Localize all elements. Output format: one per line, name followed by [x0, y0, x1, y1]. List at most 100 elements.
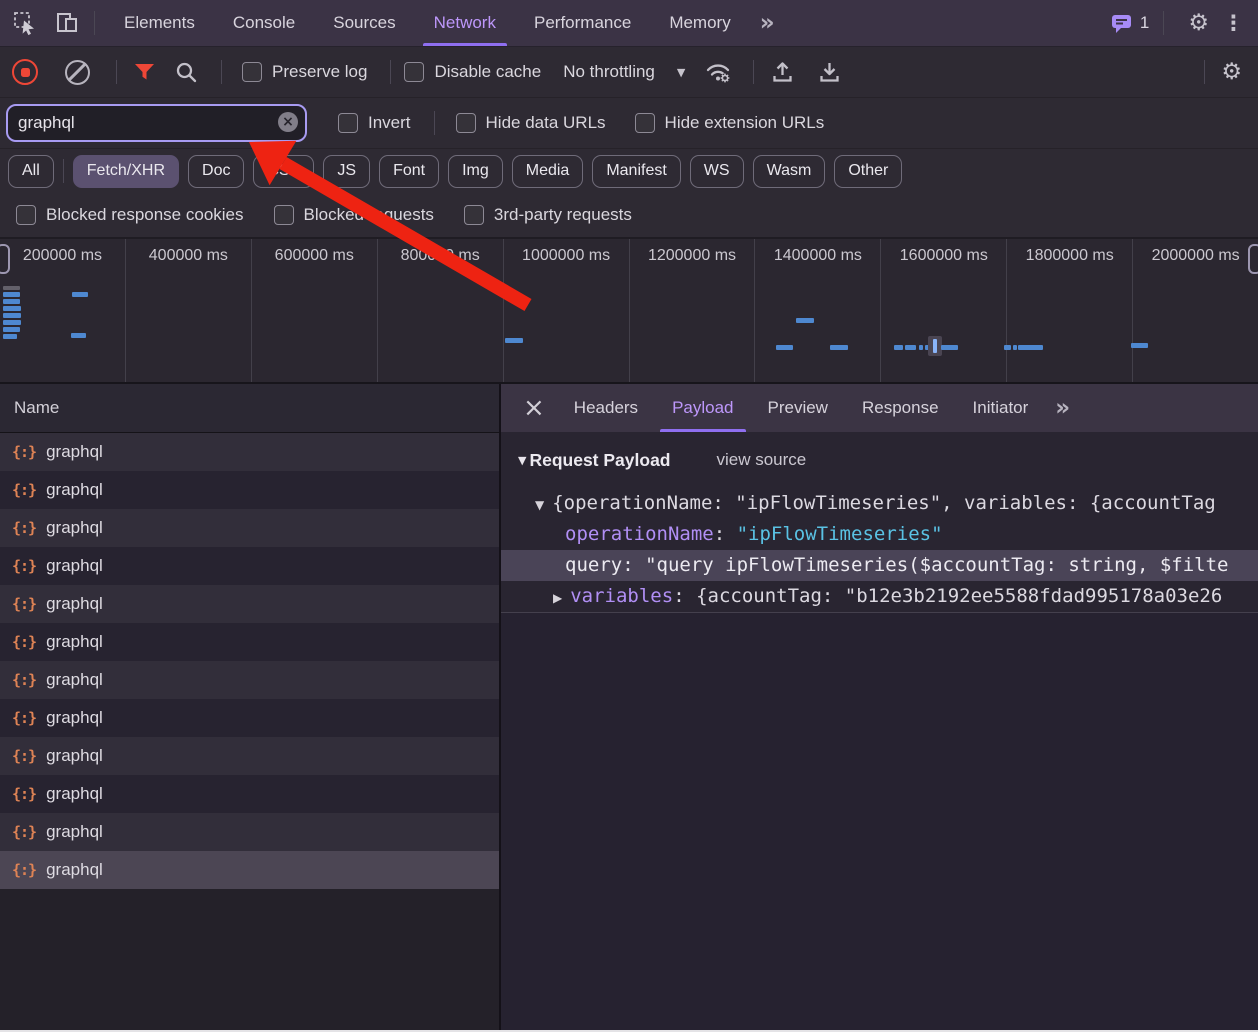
expanded-triangle-icon[interactable]: ▼ — [535, 498, 544, 512]
detail-tab-response[interactable]: Response — [845, 384, 956, 432]
chip-other[interactable]: Other — [834, 155, 902, 188]
request-name: graphql — [46, 556, 103, 576]
tab-performance[interactable]: Performance — [515, 0, 650, 46]
payload-root-row[interactable]: ▼{operationName: "ipFlowTimeseries", var… — [501, 488, 1258, 519]
requests-panel: Name {:}graphql{:}graphql{:}graphql{:}gr… — [0, 384, 499, 1032]
chip-media[interactable]: Media — [512, 155, 584, 188]
request-row[interactable]: {:}graphql — [0, 737, 499, 775]
clear-network-log-icon[interactable] — [65, 60, 90, 85]
divider — [116, 60, 117, 84]
more-filters-row: Blocked response cookies Blocked request… — [0, 193, 1258, 239]
network-settings-gear-icon[interactable]: ⚙ — [1221, 61, 1242, 84]
hide-extension-urls-checkbox[interactable]: Hide extension URLs — [635, 113, 825, 133]
chip-css[interactable]: CSS — [253, 155, 314, 188]
request-detail-panel: × HeadersPayloadPreviewResponseInitiator… — [499, 384, 1258, 1032]
record-network-log-icon[interactable] — [12, 59, 38, 85]
tab-network[interactable]: Network — [415, 0, 515, 46]
chip-font[interactable]: Font — [379, 155, 439, 188]
fetch-xhr-icon: {:} — [12, 671, 36, 689]
disable-cache-checkbox[interactable]: Disable cache — [404, 62, 541, 82]
network-conditions-icon[interactable] — [704, 60, 732, 84]
request-row[interactable]: {:}graphql — [0, 851, 499, 889]
request-name: graphql — [46, 594, 103, 614]
checkbox-box — [464, 205, 484, 225]
request-bar — [505, 338, 523, 343]
filter-funnel-icon[interactable] — [134, 63, 155, 81]
detail-tab-preview[interactable]: Preview — [751, 384, 845, 432]
blocked-requests-checkbox[interactable]: Blocked requests — [274, 205, 434, 225]
more-detail-tabs-icon[interactable]: » — [1045, 395, 1078, 421]
collapsed-triangle-icon[interactable]: ▶ — [553, 591, 562, 605]
tab-elements[interactable]: Elements — [105, 0, 214, 46]
export-har-icon[interactable] — [818, 60, 841, 84]
chip-manifest[interactable]: Manifest — [592, 155, 680, 188]
filter-input[interactable]: graphql × — [6, 104, 307, 142]
checkbox-box — [242, 62, 262, 82]
fetch-xhr-icon: {:} — [12, 709, 36, 727]
request-row[interactable]: {:}graphql — [0, 623, 499, 661]
detail-tabs-group: HeadersPayloadPreviewResponseInitiator — [557, 384, 1045, 432]
fetch-xhr-icon: {:} — [12, 595, 36, 613]
inspect-element-icon[interactable] — [10, 8, 40, 38]
name-column-header[interactable]: Name — [0, 384, 499, 433]
request-bar — [830, 345, 848, 350]
import-har-icon[interactable] — [771, 60, 794, 84]
detail-tab-initiator[interactable]: Initiator — [956, 384, 1046, 432]
timeline-left-handle[interactable] — [0, 244, 10, 274]
timeline-overview[interactable]: 200000 ms400000 ms600000 ms800000 ms1000… — [0, 239, 1258, 384]
chip-doc[interactable]: Doc — [188, 155, 244, 188]
issues-button[interactable]: 1 — [1111, 13, 1149, 34]
request-bar — [3, 313, 21, 318]
chip-js[interactable]: JS — [323, 155, 370, 188]
chip-wasm[interactable]: Wasm — [753, 155, 826, 188]
timeline-tick-label: 1200000 ms — [630, 247, 755, 265]
request-row[interactable]: {:}graphql — [0, 433, 499, 471]
filter-row: graphql × Invert Hide data URLs Hide ext… — [0, 98, 1258, 149]
request-row[interactable]: {:}graphql — [0, 699, 499, 737]
request-bar — [71, 333, 86, 338]
request-row[interactable]: {:} graphql — [0, 585, 499, 623]
search-icon[interactable] — [175, 61, 198, 84]
fetch-xhr-icon: {:} — [12, 861, 36, 879]
collapse-triangle-icon[interactable]: ▼ — [518, 454, 526, 467]
chip-img[interactable]: Img — [448, 155, 503, 188]
chip-all[interactable]: All — [8, 155, 54, 188]
request-row[interactable]: {:}graphql — [0, 661, 499, 699]
checkbox-box — [338, 113, 358, 133]
hide-data-urls-checkbox[interactable]: Hide data URLs — [456, 113, 606, 133]
third-party-checkbox[interactable]: 3rd-party requests — [464, 205, 632, 225]
close-icon[interactable]: × — [511, 395, 557, 421]
detail-tab-payload[interactable]: Payload — [655, 384, 750, 432]
request-row[interactable]: {:}graphql — [0, 813, 499, 851]
blocked-cookies-checkbox[interactable]: Blocked response cookies — [16, 205, 244, 225]
preserve-log-checkbox[interactable]: Preserve log — [242, 62, 367, 82]
payload-value: "ipFlowTimeseries" — [737, 523, 943, 545]
tab-console[interactable]: Console — [214, 0, 314, 46]
request-bar — [3, 292, 20, 297]
payload-key: operationName — [565, 523, 714, 545]
tab-memory[interactable]: Memory — [650, 0, 749, 46]
chip-fetchxhr[interactable]: Fetch/XHR — [73, 155, 179, 188]
request-row[interactable]: {:}graphql — [0, 471, 499, 509]
throttling-select[interactable]: No throttling ▼ — [563, 62, 685, 82]
request-bar — [894, 345, 903, 350]
timeline-right-handle[interactable] — [1248, 244, 1258, 274]
detail-tab-headers[interactable]: Headers — [557, 384, 655, 432]
request-row[interactable]: {:}graphql — [0, 547, 499, 585]
device-toolbar-icon[interactable] — [52, 8, 82, 38]
checkbox-box — [404, 62, 424, 82]
chip-ws[interactable]: WS — [690, 155, 744, 188]
tab-sources[interactable]: Sources — [314, 0, 414, 46]
view-source-link[interactable]: view source — [717, 450, 807, 470]
kebab-menu-icon[interactable]: ⋮ — [1223, 13, 1244, 34]
clear-filter-icon[interactable]: × — [278, 112, 298, 132]
payload-row-variables[interactable]: ▶variables: {accountTag: "b12e3b2192ee55… — [501, 581, 1258, 612]
payload-row-operation-name[interactable]: operationName: "ipFlowTimeseries" — [501, 519, 1258, 550]
settings-gear-icon[interactable]: ⚙ — [1188, 12, 1209, 35]
request-bar — [3, 306, 21, 311]
request-row[interactable]: {:}graphql — [0, 775, 499, 813]
invert-checkbox[interactable]: Invert — [338, 113, 411, 133]
request-row[interactable]: {:}graphql — [0, 509, 499, 547]
more-tabs-icon[interactable]: » — [750, 10, 783, 36]
payload-row-query[interactable]: query: "query ipFlowTimeseries($accountT… — [501, 550, 1258, 581]
